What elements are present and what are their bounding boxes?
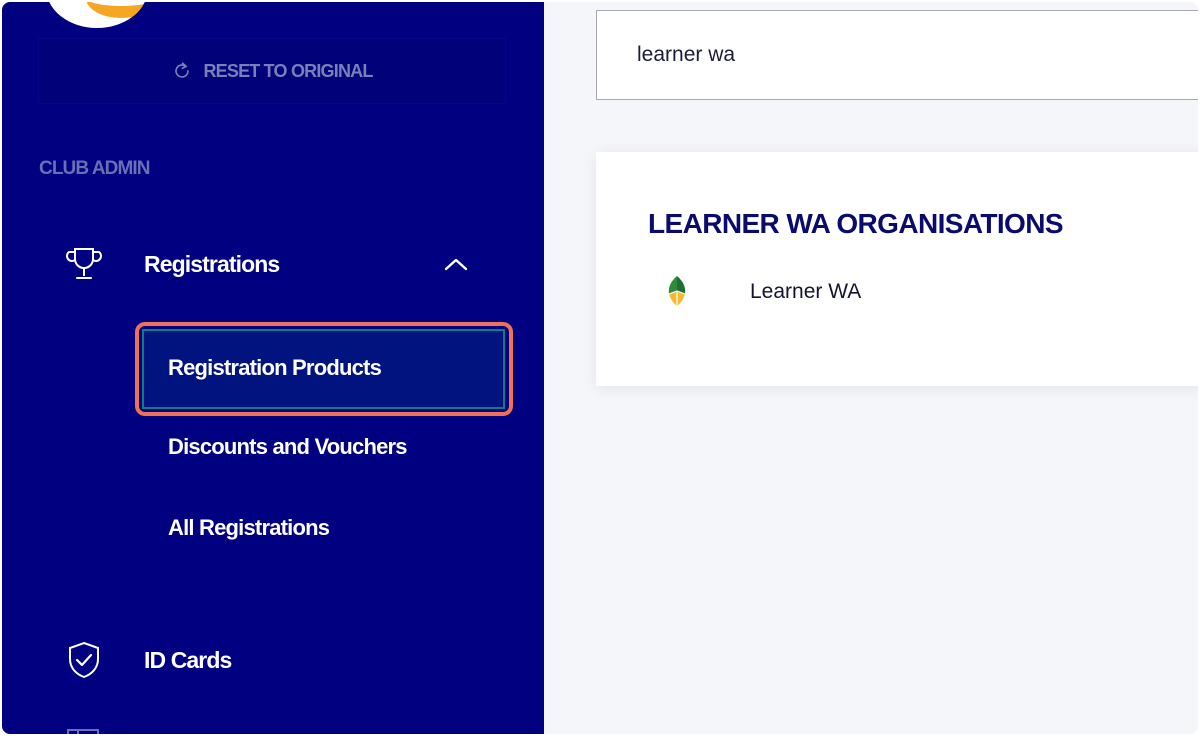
shield-check-icon: [69, 641, 99, 679]
app-window: RESET TO ORIGINAL CLUB ADMIN Registratio…: [2, 2, 1198, 734]
sidebar-item-label: Registrations: [144, 250, 280, 277]
sub-item-discounts-and-vouchers[interactable]: Discounts and Vouchers: [168, 434, 408, 460]
sidebar: RESET TO ORIGINAL CLUB ADMIN Registratio…: [2, 2, 544, 734]
section-title-club-admin: CLUB ADMIN: [39, 158, 151, 179]
results-heading: LEARNER WA ORGANISATIONS: [648, 208, 1064, 239]
main-content: LEARNER WA ORGANISATIONS Learner WA: [544, 2, 1198, 734]
sidebar-item-registrations[interactable]: Registrations: [62, 242, 482, 286]
search-input[interactable]: [596, 10, 1198, 100]
club-logo[interactable]: [46, 2, 148, 28]
search-results-card: LEARNER WA ORGANISATIONS Learner WA: [596, 152, 1198, 386]
organisation-logo-icon: [662, 275, 692, 307]
logo-swoosh: [86, 2, 148, 18]
chevron-up-icon[interactable]: [442, 252, 470, 276]
reset-label: RESET TO ORIGINAL: [203, 60, 373, 81]
result-item[interactable]: Learner WA: [658, 272, 1178, 310]
refresh-icon: [175, 62, 190, 78]
table-icon[interactable]: [64, 728, 104, 734]
sub-item-registration-products[interactable]: Registration Products: [142, 329, 505, 409]
sub-item-all-registrations[interactable]: All Registrations: [168, 515, 330, 541]
organisation-name: Learner WA: [750, 280, 862, 303]
reset-to-original-button[interactable]: RESET TO ORIGINAL: [38, 38, 506, 104]
sidebar-item-label: ID Cards: [144, 646, 232, 673]
sidebar-item-id-cards[interactable]: ID Cards: [62, 638, 362, 682]
trophy-icon: [66, 248, 102, 279]
sub-item-label: Registration Products: [168, 355, 382, 380]
